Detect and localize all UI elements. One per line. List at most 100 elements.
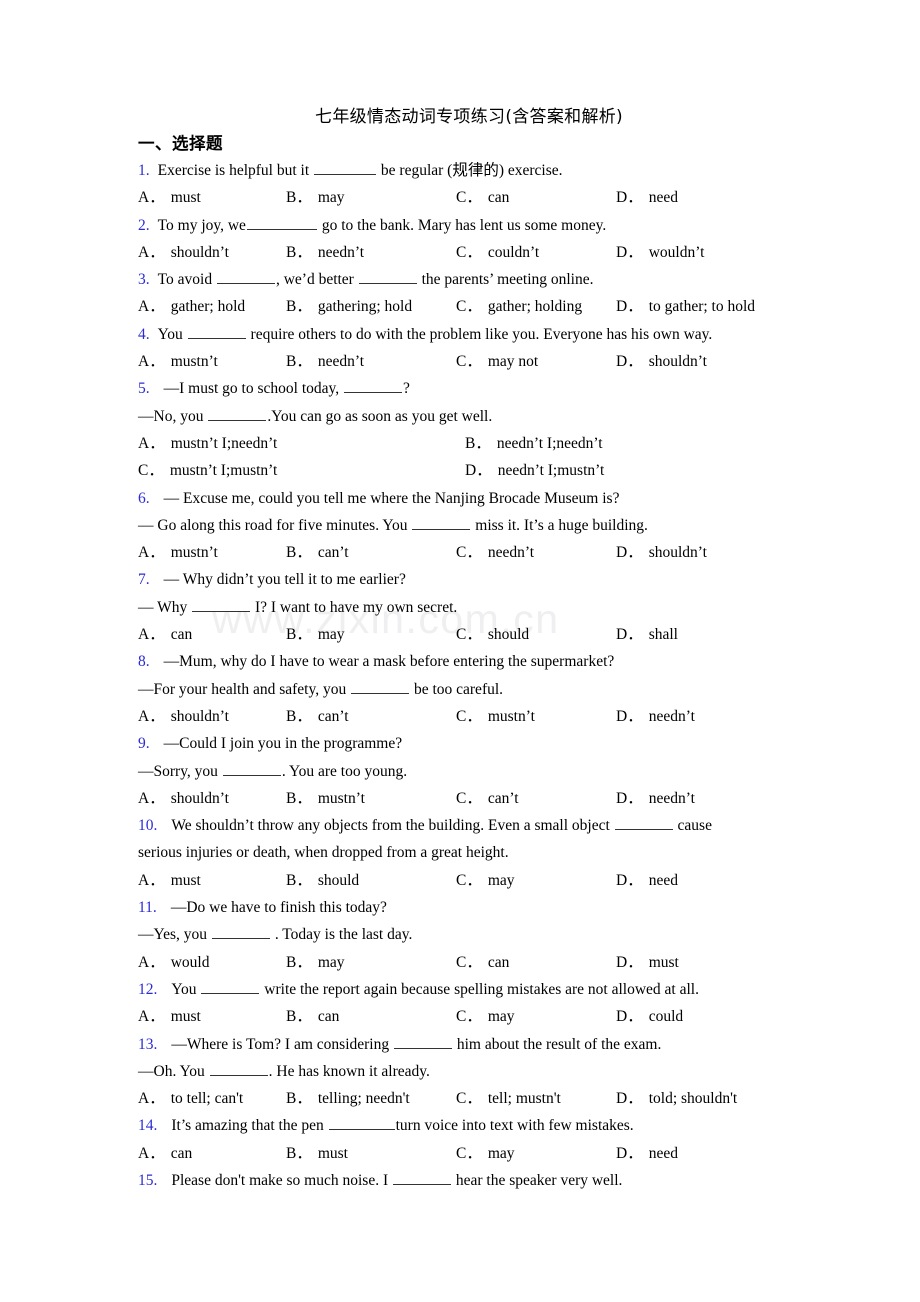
option-d[interactable]: D． need bbox=[616, 184, 678, 211]
option-a[interactable]: A． mustn’t bbox=[138, 539, 218, 566]
option-d[interactable]: D． wouldn’t bbox=[616, 239, 704, 266]
question-10: 10. We shouldn’t throw any objects from t… bbox=[138, 812, 784, 894]
option-b[interactable]: B． needn’t I;needn’t bbox=[465, 430, 603, 457]
option-d[interactable]: D． to gather; to hold bbox=[616, 293, 755, 320]
option-c[interactable]: C． can bbox=[456, 949, 509, 976]
option-a[interactable]: A． shouldn’t bbox=[138, 703, 229, 730]
answer-blank[interactable] bbox=[358, 270, 417, 285]
option-c[interactable]: C． mustn’t bbox=[456, 703, 535, 730]
answer-blank[interactable] bbox=[187, 324, 246, 339]
option-b[interactable]: B． can’t bbox=[286, 703, 349, 730]
option-d[interactable]: D． need bbox=[616, 867, 678, 894]
question-stem-line2: — Why I? I want to have my own secret. bbox=[138, 594, 784, 621]
option-a[interactable]: A． mustn’t bbox=[138, 348, 218, 375]
option-d[interactable]: D． shouldn’t bbox=[616, 539, 707, 566]
option-d[interactable]: D． must bbox=[616, 949, 679, 976]
option-row: C． mustn’t I;mustn’t D． needn’t I;mustn’t bbox=[138, 457, 784, 484]
option-c[interactable]: C． may bbox=[456, 1140, 515, 1167]
question-number: 15. bbox=[138, 1171, 158, 1189]
stem-text: miss it. It’s a huge building. bbox=[471, 516, 648, 534]
option-a[interactable]: A． can bbox=[138, 621, 192, 648]
option-d[interactable]: D． shouldn’t bbox=[616, 348, 707, 375]
option-a[interactable]: A． must bbox=[138, 1003, 201, 1030]
question-stem: 2. To my joy, we go to the bank. Mary has… bbox=[138, 212, 784, 239]
answer-blank[interactable] bbox=[222, 761, 281, 776]
option-text: can’t bbox=[487, 789, 519, 807]
option-text: can’t bbox=[317, 544, 349, 562]
option-b[interactable]: B． needn’t bbox=[286, 239, 364, 266]
option-a[interactable]: A． must bbox=[138, 867, 201, 894]
option-c[interactable]: C． may bbox=[456, 867, 515, 894]
option-row: A． mustn’t B． can’t C． needn’t D． shouldn’t bbox=[138, 539, 784, 566]
option-a[interactable]: A． can bbox=[138, 1140, 192, 1167]
answer-blank[interactable] bbox=[412, 516, 471, 530]
option-c[interactable]: C． can bbox=[456, 184, 509, 211]
answer-blank[interactable] bbox=[216, 270, 275, 285]
option-c[interactable]: C． can’t bbox=[456, 785, 519, 812]
answer-blank[interactable] bbox=[351, 679, 410, 694]
option-b[interactable]: B． may bbox=[286, 949, 345, 976]
option-row: A． would B． may C． can D． must bbox=[138, 949, 784, 976]
question-stem: 14. It’s amazing that the pen turn voice … bbox=[138, 1112, 784, 1139]
option-a[interactable]: A． mustn’t I;needn’t bbox=[138, 430, 277, 457]
question-stem-line2: serious injuries or death, when dropped … bbox=[138, 839, 784, 866]
option-text: must bbox=[170, 871, 201, 889]
answer-blank[interactable] bbox=[209, 1061, 268, 1076]
option-b[interactable]: B． can bbox=[286, 1003, 339, 1030]
option-c[interactable]: C． couldn’t bbox=[456, 239, 539, 266]
answer-blank[interactable] bbox=[211, 925, 270, 940]
answer-blank[interactable] bbox=[201, 980, 260, 994]
answer-blank[interactable] bbox=[393, 1171, 451, 1185]
option-d[interactable]: D． told; shouldn't bbox=[616, 1085, 737, 1112]
option-row: A． must B． may C． can D． need bbox=[138, 184, 784, 211]
answer-blank[interactable] bbox=[192, 597, 251, 612]
option-a[interactable]: A． must bbox=[138, 184, 201, 211]
option-key: A． bbox=[138, 189, 165, 207]
question-6: 6. — Excuse me, could you tell me where t… bbox=[138, 485, 784, 567]
question-4: 4. You require others to do with the prob… bbox=[138, 321, 784, 376]
option-c[interactable]: C． may not bbox=[456, 348, 538, 375]
option-text: could bbox=[648, 1008, 684, 1026]
answer-blank[interactable] bbox=[246, 215, 317, 230]
option-c[interactable]: C． tell; mustn't bbox=[456, 1085, 561, 1112]
option-b[interactable]: B． may bbox=[286, 621, 345, 648]
option-d[interactable]: D． shall bbox=[616, 621, 678, 648]
answer-blank[interactable] bbox=[614, 816, 673, 831]
option-key: D． bbox=[616, 707, 643, 725]
stem-text: —No, you bbox=[138, 407, 208, 425]
option-a[interactable]: A． gather; hold bbox=[138, 293, 245, 320]
option-a[interactable]: A． shouldn’t bbox=[138, 785, 229, 812]
option-b[interactable]: B． may bbox=[286, 184, 345, 211]
option-d[interactable]: D． could bbox=[616, 1003, 683, 1030]
option-d[interactable]: D． need bbox=[616, 1140, 678, 1167]
option-b[interactable]: B． needn’t bbox=[286, 348, 364, 375]
option-b[interactable]: B． mustn’t bbox=[286, 785, 365, 812]
answer-blank[interactable] bbox=[328, 1116, 395, 1131]
answer-blank[interactable] bbox=[314, 161, 377, 175]
option-text: can bbox=[170, 626, 193, 644]
option-c[interactable]: C． mustn’t I;mustn’t bbox=[138, 457, 277, 484]
option-c[interactable]: C． gather; holding bbox=[456, 293, 582, 320]
option-b[interactable]: B． can’t bbox=[286, 539, 349, 566]
question-7: 7. — Why didn’t you tell it to me earlier… bbox=[138, 566, 784, 648]
option-b[interactable]: B． gathering; hold bbox=[286, 293, 412, 320]
stem-text: — Go along this road for five minutes. Y… bbox=[138, 516, 412, 534]
option-c[interactable]: C． needn’t bbox=[456, 539, 534, 566]
option-b[interactable]: B． should bbox=[286, 867, 359, 894]
option-c[interactable]: C． may bbox=[456, 1003, 515, 1030]
option-d[interactable]: D． needn’t bbox=[616, 785, 695, 812]
option-b[interactable]: B． telling; needn't bbox=[286, 1085, 410, 1112]
option-a[interactable]: A． to tell; can't bbox=[138, 1085, 243, 1112]
option-d[interactable]: D． needn’t bbox=[616, 703, 695, 730]
option-row: A． mustn’t B． needn’t C． may not D． shouldn’… bbox=[138, 348, 784, 375]
answer-blank[interactable] bbox=[393, 1034, 452, 1049]
answer-blank[interactable] bbox=[344, 379, 403, 394]
option-key: A． bbox=[138, 544, 165, 562]
option-d[interactable]: D． needn’t I;mustn’t bbox=[465, 457, 604, 484]
stem-text: —Yes, you bbox=[138, 926, 211, 944]
option-a[interactable]: A． would bbox=[138, 949, 209, 976]
answer-blank[interactable] bbox=[208, 406, 267, 421]
option-c[interactable]: C． should bbox=[456, 621, 529, 648]
option-a[interactable]: A． shouldn’t bbox=[138, 239, 229, 266]
option-b[interactable]: B． must bbox=[286, 1140, 348, 1167]
